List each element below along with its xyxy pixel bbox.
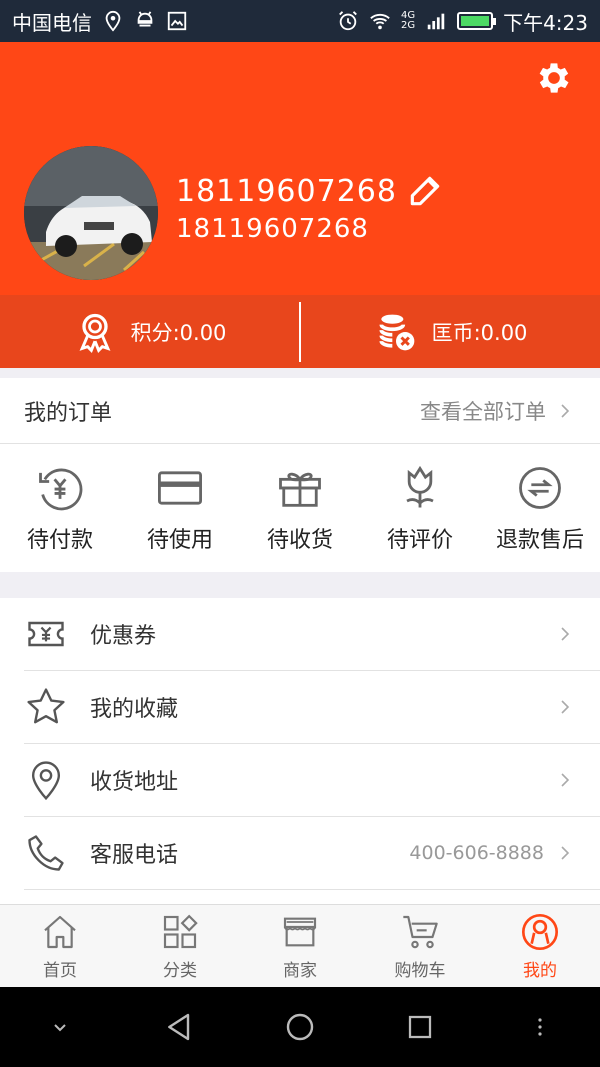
menu-list: 优惠券 我的收藏 收货地址 客服电话 400-606-8888: [0, 598, 600, 904]
award-ribbon-icon: [79, 313, 111, 353]
tab-label: 首页: [43, 960, 77, 981]
menu-item-coupons[interactable]: 优惠券: [24, 598, 600, 671]
order-status-refund[interactable]: 退款售后: [480, 444, 600, 572]
tab-label: 我的: [523, 960, 557, 981]
menu-item-label: 客服电话: [90, 843, 179, 868]
recents-square-icon: [408, 1015, 432, 1039]
home-icon: [44, 915, 76, 948]
order-status-pending-payment[interactable]: 待付款: [0, 444, 120, 572]
more-vertical-icon: [538, 1018, 542, 1036]
chevron-right-icon: [561, 403, 570, 418]
tab-profile[interactable]: 我的: [480, 905, 600, 987]
chevron-down-icon: [54, 1024, 66, 1032]
order-status-label: 待收货: [266, 528, 333, 553]
menu-item-label: 我的收藏: [90, 697, 179, 722]
menu-item-customer-service[interactable]: 客服电话 400-606-8888: [24, 817, 600, 890]
orders-header[interactable]: 我的订单 查看全部订单: [0, 378, 600, 444]
order-status-label: 待评价: [386, 528, 453, 553]
android-icon: [137, 11, 153, 27]
order-status-to-use[interactable]: 待使用: [120, 444, 240, 572]
home-circle-icon: [286, 1013, 314, 1041]
image-icon: [167, 11, 187, 31]
carrier-name: 中国电信: [12, 10, 92, 35]
chevron-right-icon: [561, 627, 570, 641]
refund-icon: [519, 467, 561, 509]
network-type: 4G 2G: [400, 10, 416, 31]
avatar-car-photo: [24, 146, 158, 280]
location-icon: [105, 10, 121, 32]
phone-icon: [28, 835, 64, 871]
order-status-label: 待使用: [146, 528, 213, 553]
tab-label: 商家: [283, 960, 317, 981]
user-phone: 18119607268: [176, 214, 369, 244]
star-icon: [27, 688, 65, 724]
coins-icon: [379, 314, 414, 350]
tab-category[interactable]: 分类: [120, 905, 240, 987]
points-cell[interactable]: 积分:0.00: [0, 295, 299, 368]
nav-recents-button[interactable]: [360, 1012, 480, 1042]
location-pin-icon: [31, 761, 61, 801]
chevron-right-icon: [561, 773, 570, 787]
nav-back-button[interactable]: [120, 1011, 240, 1043]
customer-service-number[interactable]: 400-606-8888: [409, 842, 544, 864]
back-triangle-icon: [168, 1013, 190, 1041]
order-status-label: 退款售后: [495, 528, 584, 553]
points-bar: 积分:0.00 匡币:0.00: [0, 295, 600, 368]
orders-section: 我的订单 查看全部订单 待付款 待使用 待收货 待评价 退款售后: [0, 378, 600, 572]
gift-box-icon: [279, 472, 321, 507]
tab-home[interactable]: 首页: [0, 905, 120, 987]
signal-icon: [427, 13, 445, 30]
profile-icon: [522, 913, 558, 950]
view-all-orders-link[interactable]: 查看全部订单: [420, 396, 570, 426]
menu-item-favorites[interactable]: 我的收藏: [24, 671, 600, 744]
status-bar: 中国电信 4G 2G 下午4:23: [0, 0, 600, 42]
category-icon: [163, 914, 198, 948]
orders-title: 我的订单: [24, 400, 113, 426]
alarm-icon: [339, 11, 357, 31]
chevron-right-icon: [561, 846, 570, 860]
edit-icon[interactable]: [406, 172, 444, 210]
pending-payment-icon: [39, 468, 83, 511]
battery-icon: [457, 12, 497, 30]
coupon-icon: [28, 621, 64, 647]
nav-home-button[interactable]: [240, 1011, 360, 1043]
tab-label: 购物车: [394, 960, 446, 981]
cart-icon: [403, 915, 438, 948]
tab-cart[interactable]: 购物车: [360, 905, 480, 987]
points-label: 积分:0.00: [130, 320, 227, 345]
profile-header: 18119607268 18119607268: [0, 42, 600, 295]
clock: 下午4:23: [503, 10, 588, 35]
system-navigation-bar: [0, 987, 600, 1067]
coins-label: 匡币:0.00: [431, 320, 528, 345]
wifi-icon: [370, 13, 390, 30]
menu-item-address[interactable]: 收货地址: [24, 744, 600, 817]
nav-more-button[interactable]: [480, 1015, 600, 1039]
user-name: 18119607268: [176, 174, 397, 209]
settings-gear-icon[interactable]: [534, 58, 574, 98]
tulip-icon: [406, 465, 434, 508]
menu-item-label: 优惠券: [90, 624, 157, 649]
avatar[interactable]: [24, 146, 158, 280]
card-icon: [158, 471, 202, 505]
bottom-tab-bar: 首页 分类 商家 购物车 我的: [0, 904, 600, 987]
order-status-to-receive[interactable]: 待收货: [240, 444, 360, 572]
store-icon: [283, 917, 317, 946]
nav-hide-button[interactable]: [0, 1015, 120, 1039]
tab-store[interactable]: 商家: [240, 905, 360, 987]
tab-label: 分类: [163, 960, 197, 981]
order-status-label: 待付款: [26, 528, 93, 553]
coins-cell[interactable]: 匡币:0.00: [301, 295, 600, 368]
order-status-row: 待付款 待使用 待收货 待评价 退款售后: [0, 444, 600, 572]
chevron-right-icon: [561, 700, 570, 714]
menu-item-label: 收货地址: [90, 770, 179, 795]
order-status-to-review[interactable]: 待评价: [360, 444, 480, 572]
